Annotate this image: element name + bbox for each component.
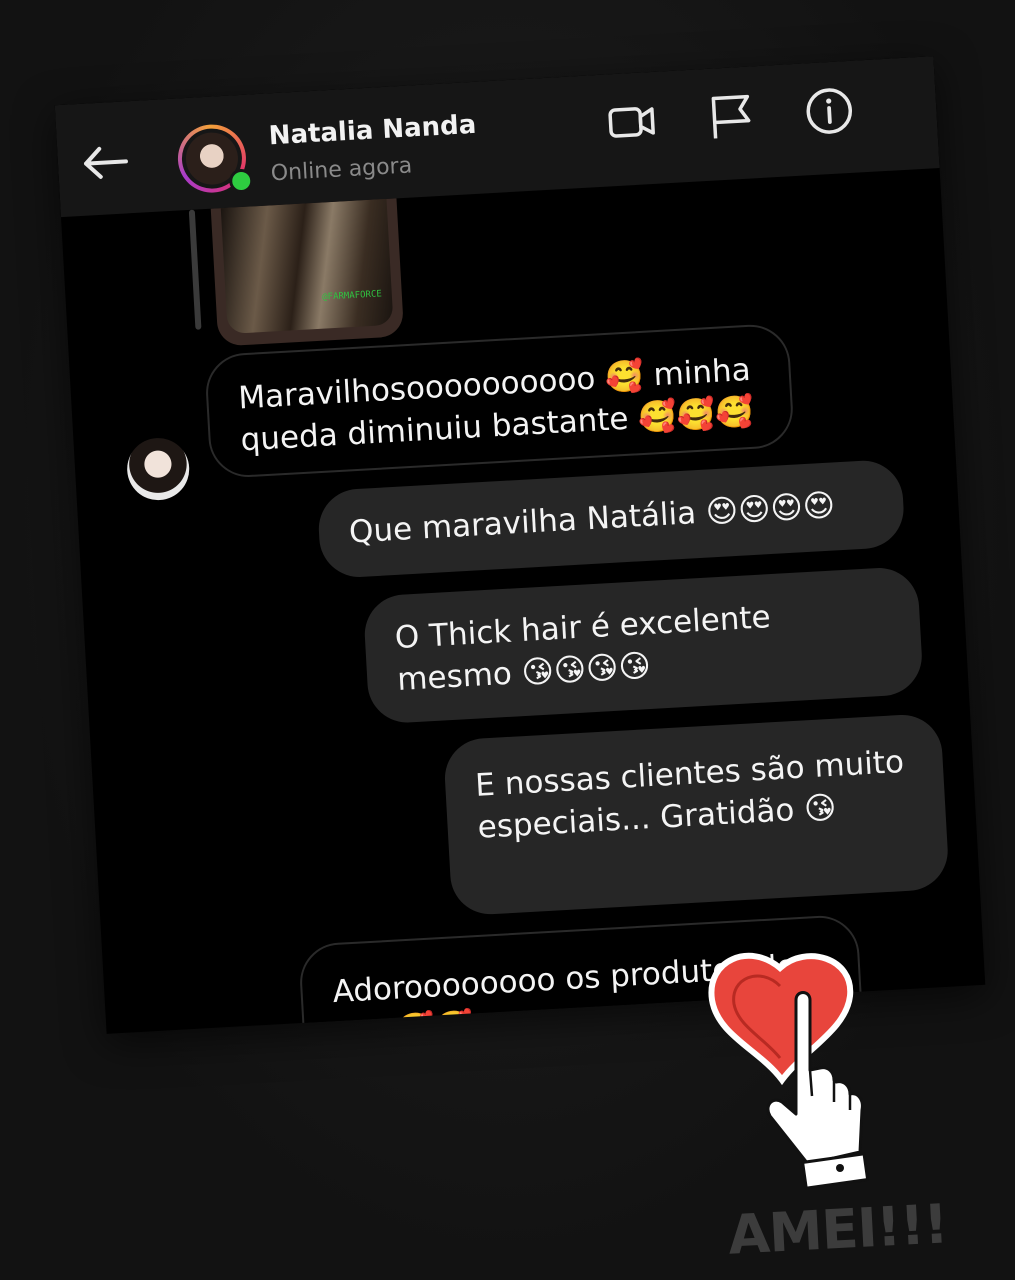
message-text: Que maravilha Natália 😍😍😍😍 bbox=[348, 487, 836, 551]
heart-hand-sticker bbox=[708, 952, 870, 1190]
contact-name[interactable]: Natalia Nanda bbox=[268, 110, 477, 152]
photo-watermark: @FARMAFORCE bbox=[321, 289, 383, 303]
message-bubble-incoming[interactable]: Maravilhosoooooooooo 🥰 minha queda dimin… bbox=[203, 322, 795, 480]
story-background: Natalia Nanda Online agora @FARMAFORCE M… bbox=[0, 0, 1015, 1280]
reply-indicator-line bbox=[188, 209, 202, 330]
message-text: E nossas clientes são muito especiais...… bbox=[474, 743, 905, 846]
shared-photo[interactable]: @FARMAFORCE bbox=[210, 198, 405, 347]
video-call-icon[interactable] bbox=[603, 94, 660, 151]
message-text: Maravilhosoooooooooo 🥰 minha queda dimin… bbox=[237, 351, 755, 459]
back-arrow-icon[interactable] bbox=[79, 141, 131, 184]
hair-photo: @FARMAFORCE bbox=[220, 198, 394, 334]
message-bubble-outgoing[interactable]: O Thick hair é excelente mesmo 😘😘😘😘 bbox=[362, 565, 924, 725]
chat-screenshot: Natalia Nanda Online agora @FARMAFORCE M… bbox=[54, 56, 986, 1034]
message-bubble-outgoing[interactable]: Que maravilha Natália 😍😍😍😍 bbox=[316, 458, 906, 580]
contact-message-avatar[interactable] bbox=[125, 436, 191, 502]
message-bubble-outgoing[interactable]: E nossas clientes são muito especiais...… bbox=[442, 712, 950, 917]
contact-avatar[interactable] bbox=[176, 122, 254, 195]
message-text: O Thick hair é excelente mesmo 😘😘😘😘 bbox=[393, 599, 772, 699]
online-status: Online agora bbox=[270, 153, 413, 187]
online-indicator bbox=[228, 168, 254, 194]
flag-icon[interactable] bbox=[703, 88, 760, 145]
sticker-caption: AMEI!!! bbox=[726, 1192, 949, 1267]
info-icon[interactable] bbox=[801, 83, 858, 140]
chat-header: Natalia Nanda Online agora bbox=[54, 56, 940, 218]
